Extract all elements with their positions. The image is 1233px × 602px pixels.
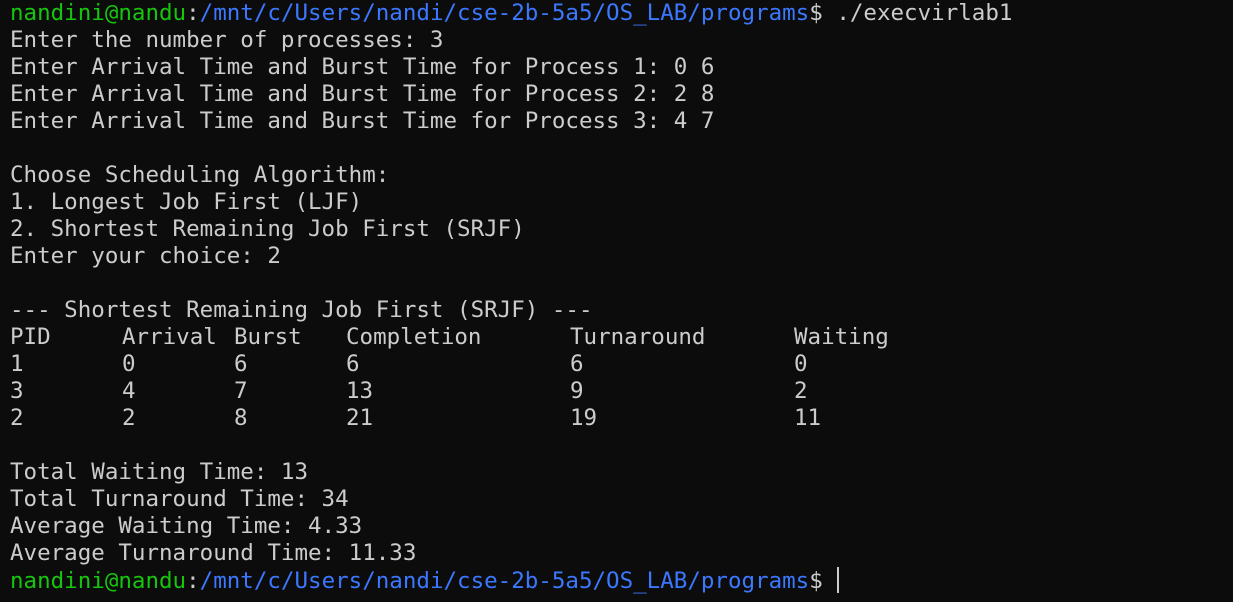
average-turnaround-line: Average Turnaround Time: 11.33 bbox=[10, 540, 417, 566]
menu-option: 2. Shortest Remaining Job First (SRJF) bbox=[10, 216, 525, 242]
menu-title: Choose Scheduling Algorithm: bbox=[10, 162, 390, 188]
prompt-user-host: nandini@nandu bbox=[10, 0, 187, 26]
prompt-colon: : bbox=[186, 0, 200, 26]
table-cell: 11 bbox=[794, 405, 822, 431]
total-turnaround-line: Total Turnaround Time: 34 bbox=[10, 486, 349, 512]
process-input-line: Enter Arrival Time and Burst Time for Pr… bbox=[10, 81, 715, 107]
table-cell: 3 bbox=[10, 378, 24, 404]
terminal-window[interactable]: nandini@nandu:/mnt/c/Users/nandi/cse-2b-… bbox=[0, 0, 1233, 602]
table-cell: 4 bbox=[122, 378, 136, 404]
prompt-symbol: $ bbox=[809, 0, 823, 26]
process-input-line: Enter Arrival Time and Burst Time for Pr… bbox=[10, 108, 715, 134]
table-header-cell: Turnaround bbox=[570, 324, 706, 350]
table-cell: 6 bbox=[234, 351, 248, 377]
command-line: nandini@nandu:/mnt/c/Users/nandi/cse-2b-… bbox=[10, 0, 1233, 27]
table-cell: 0 bbox=[122, 351, 136, 377]
menu-option: 1. Longest Job First (LJF) bbox=[10, 189, 363, 215]
prompt-symbol: $ bbox=[809, 568, 823, 594]
table-cell: 8 bbox=[234, 405, 248, 431]
table-header-cell: PID bbox=[10, 324, 51, 350]
table-cell: 2 bbox=[10, 405, 24, 431]
table-cell: 1 bbox=[10, 351, 24, 377]
table-cell: 21 bbox=[346, 405, 374, 431]
table-cell: 19 bbox=[570, 405, 598, 431]
num-processes-line: Enter the number of processes: 3 bbox=[10, 27, 444, 53]
table-row: 1 0 6 6 6 0 bbox=[10, 351, 1233, 378]
table-row: 2 2 8 21 19 11 bbox=[10, 405, 1233, 432]
table-cell: 13 bbox=[346, 378, 374, 404]
process-input-line: Enter Arrival Time and Burst Time for Pr… bbox=[10, 54, 715, 80]
table-cell: 6 bbox=[570, 351, 584, 377]
table-cell: 0 bbox=[794, 351, 808, 377]
table-header-cell: Completion bbox=[346, 324, 482, 350]
text-cursor bbox=[836, 567, 839, 593]
average-waiting-line: Average Waiting Time: 4.33 bbox=[10, 513, 363, 539]
choice-line: Enter your choice: 2 bbox=[10, 243, 281, 269]
table-header-cell: Waiting bbox=[794, 324, 889, 350]
table-row: 3 4 7 13 9 2 bbox=[10, 378, 1233, 405]
table-cell: 7 bbox=[234, 378, 248, 404]
current-prompt-line[interactable]: nandini@nandu:/mnt/c/Users/nandi/cse-2b-… bbox=[10, 567, 1233, 594]
table-cell: 2 bbox=[794, 378, 808, 404]
entered-command: ./execvirlab1 bbox=[822, 0, 1013, 26]
prompt-colon: : bbox=[186, 568, 200, 594]
prompt-path: /mnt/c/Users/nandi/cse-2b-5a5/OS_LAB/pro… bbox=[199, 0, 810, 26]
table-cell: 6 bbox=[346, 351, 360, 377]
table-cell: 9 bbox=[570, 378, 584, 404]
prompt-user-host: nandini@nandu bbox=[10, 568, 187, 594]
table-header-row: PID Arrival Burst Completion Turnaround … bbox=[10, 324, 1233, 351]
prompt-path: /mnt/c/Users/nandi/cse-2b-5a5/OS_LAB/pro… bbox=[199, 568, 810, 594]
table-cell: 2 bbox=[122, 405, 136, 431]
table-header-cell: Arrival bbox=[122, 324, 217, 350]
table-header-cell: Burst bbox=[234, 324, 302, 350]
total-waiting-line: Total Waiting Time: 13 bbox=[10, 459, 309, 485]
result-heading: --- Shortest Remaining Job First (SRJF) … bbox=[10, 297, 593, 323]
